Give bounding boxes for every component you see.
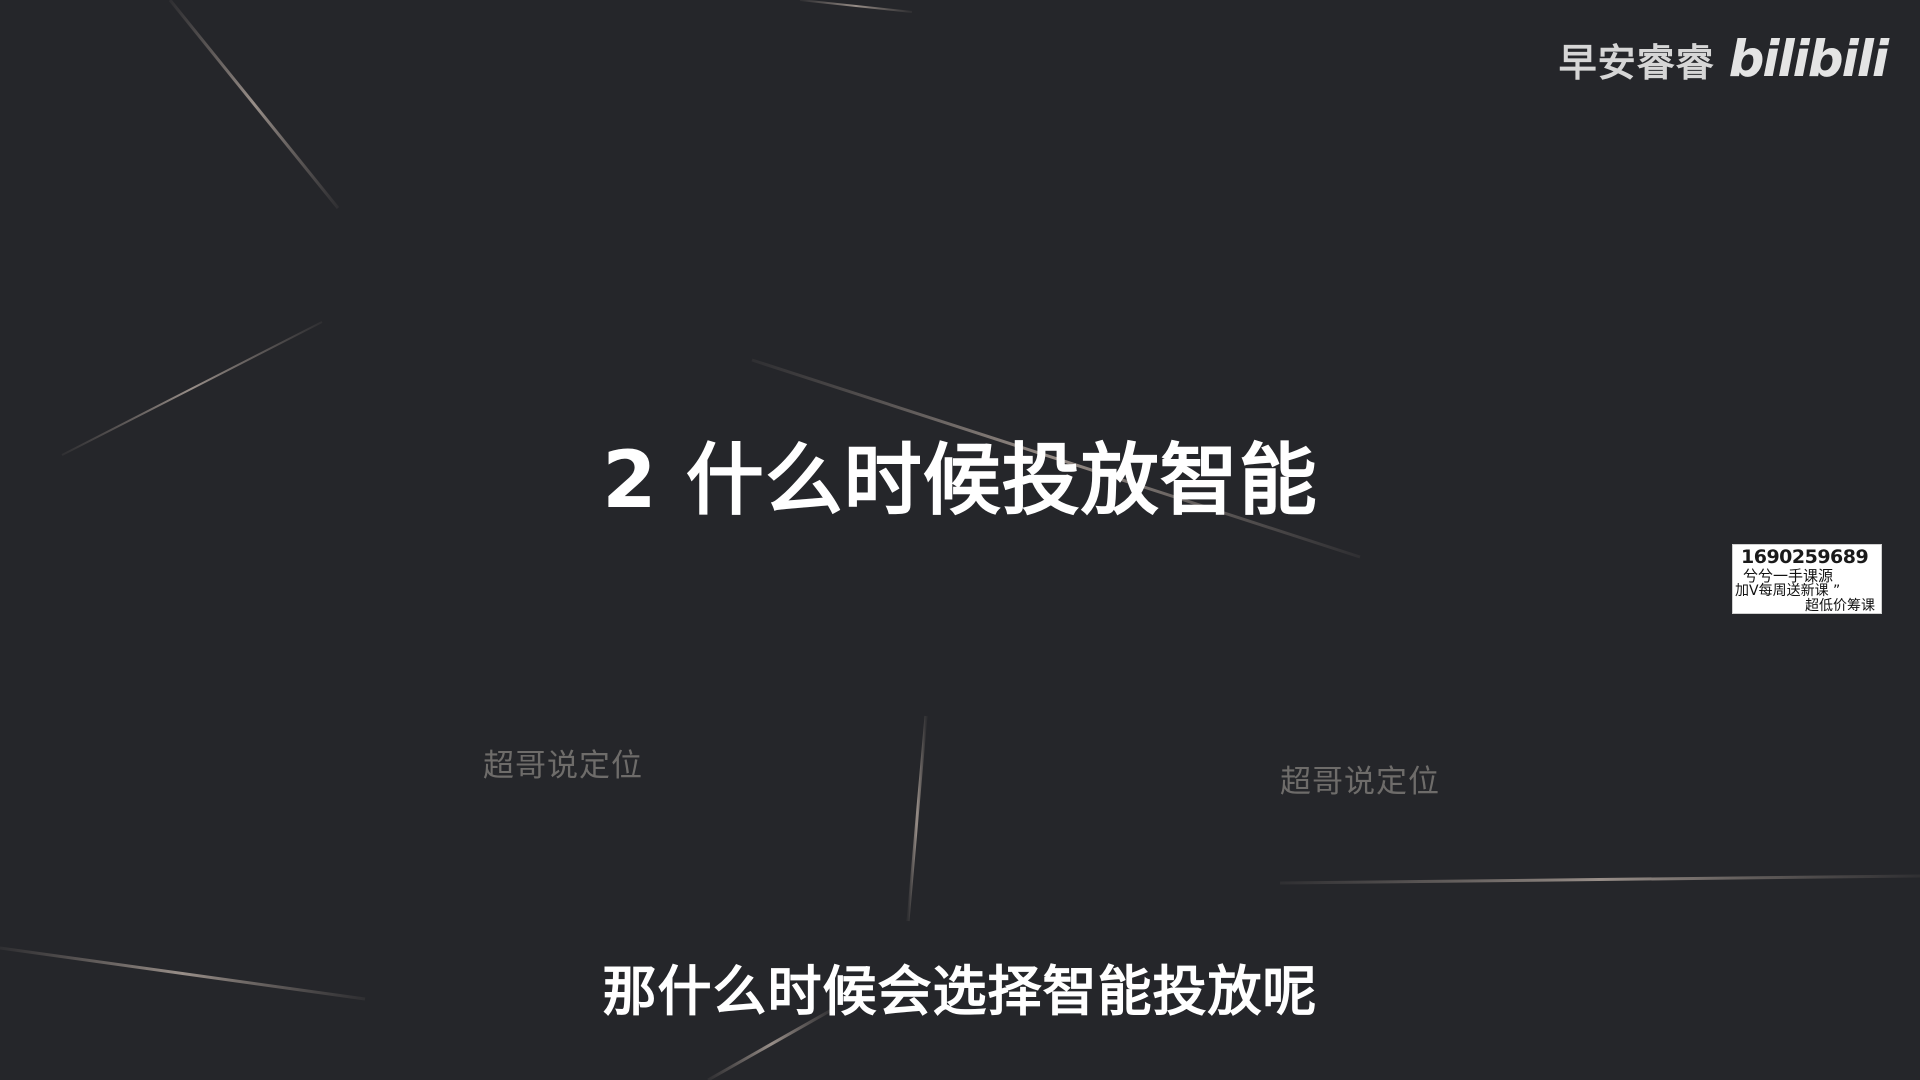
streak xyxy=(1279,874,1920,885)
uploader-name: 早安睿睿 xyxy=(1558,40,1715,85)
slide-title: 2 什么时候投放智能 xyxy=(602,436,1318,526)
video-subtitle: 那什么时候会选择智能投放呢 xyxy=(602,960,1318,1023)
decorative-streaks xyxy=(0,0,1920,1080)
promo-id: 1690259689 xyxy=(1741,546,1869,568)
streak xyxy=(906,715,928,922)
promo-line: 兮兮一手课源 xyxy=(1743,567,1834,585)
promo-line: 加V每周送新课 ” xyxy=(1735,583,1841,599)
video-frame: 早安睿睿 bilibili 2 什么时候投放智能 超哥说定位 超哥说定位 169… xyxy=(0,0,1920,1080)
streak xyxy=(168,0,340,209)
streak xyxy=(799,0,913,13)
background-watermark-text: 超哥说定位 xyxy=(1280,764,1440,800)
promo-badge: 1690259689 兮兮一手课源 加V每周送新课 ” 超低价筹课 xyxy=(1732,544,1882,614)
background-watermark-text: 超哥说定位 xyxy=(483,748,643,784)
promo-line: 超低价筹课 xyxy=(1805,598,1875,614)
channel-watermark: 早安睿睿 bilibili xyxy=(1558,30,1889,88)
bilibili-logo-icon: bilibili xyxy=(1728,30,1889,88)
